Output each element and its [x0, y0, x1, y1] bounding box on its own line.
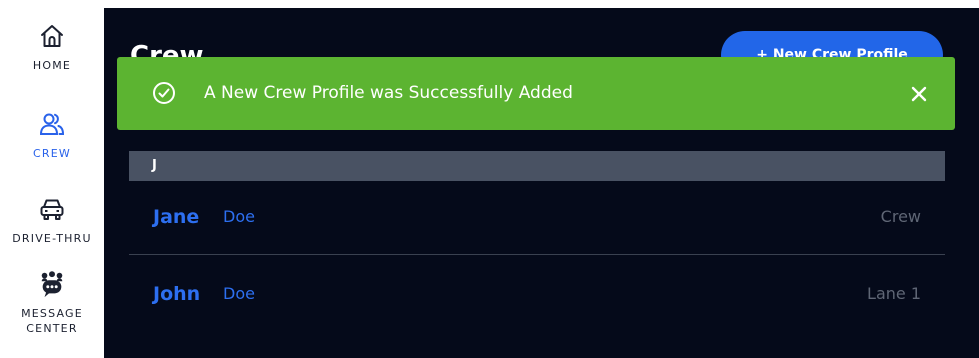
toast-message: A New Crew Profile was Successfully Adde…: [204, 83, 573, 103]
sidebar: HOME CREW DRIVE-THRU MESSAGE CENTER: [0, 0, 104, 358]
list-item[interactable]: John Doe Lane 1: [129, 255, 945, 333]
app: HOME CREW DRIVE-THRU MESSAGE CENTER Crew…: [0, 0, 979, 358]
sidebar-item-drive-thru[interactable]: DRIVE-THRU: [0, 195, 104, 246]
check-circle-icon: [152, 81, 176, 105]
sidebar-item-label: HOME: [32, 59, 72, 72]
sidebar-item-label: MESSAGE CENTER: [21, 307, 83, 335]
sidebar-item-label: DRIVE-THRU: [12, 232, 92, 245]
message-center-icon: [38, 270, 66, 298]
sidebar-item-label: CREW: [33, 147, 71, 160]
home-icon: [38, 22, 66, 50]
users-icon: [38, 110, 66, 138]
list-item[interactable]: Jane Doe Crew: [129, 178, 945, 256]
crew-last-name: Doe: [223, 284, 255, 303]
close-icon[interactable]: [910, 85, 928, 103]
crew-last-name: Doe: [223, 207, 255, 226]
sidebar-item-home[interactable]: HOME: [0, 22, 104, 73]
sidebar-item-message-center[interactable]: MESSAGE CENTER: [0, 270, 104, 336]
crew-role: Lane 1: [867, 284, 921, 303]
crew-first-name: John: [153, 283, 201, 305]
car-icon: [38, 195, 66, 223]
sidebar-item-crew[interactable]: CREW: [0, 110, 104, 161]
crew-role: Crew: [880, 207, 921, 226]
crew-first-name: Jane: [153, 206, 200, 228]
section-header-j: J: [129, 151, 945, 181]
success-toast: A New Crew Profile was Successfully Adde…: [117, 57, 955, 130]
